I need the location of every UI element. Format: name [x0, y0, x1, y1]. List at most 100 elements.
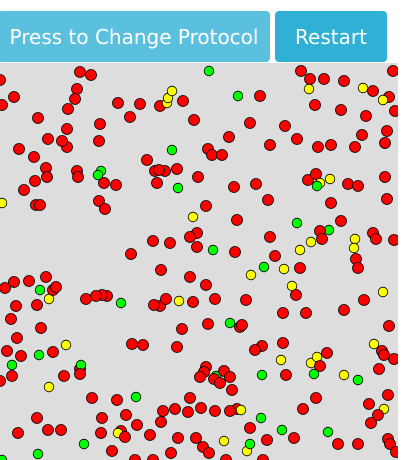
- infected-particle: [184, 271, 196, 283]
- infected-particle: [335, 104, 347, 116]
- infected-particle: [291, 133, 303, 145]
- recovered-particle: [32, 448, 44, 460]
- infected-particle: [58, 370, 70, 382]
- recovered-particle: [130, 391, 142, 403]
- infected-particle: [309, 99, 321, 111]
- infected-particle: [93, 135, 105, 147]
- infected-particle: [111, 394, 123, 406]
- recovered-particle: [6, 359, 18, 371]
- infected-particle: [55, 424, 67, 436]
- infected-particle: [195, 402, 207, 414]
- infected-particle: [277, 337, 289, 349]
- infected-particle: [288, 432, 300, 444]
- infected-particle: [379, 171, 391, 183]
- infected-particle: [209, 405, 221, 417]
- infected-particle: [15, 350, 27, 362]
- infected-particle: [318, 73, 330, 85]
- infected-particle: [383, 320, 395, 332]
- infected-particle: [261, 434, 273, 446]
- infected-particle: [257, 454, 269, 460]
- infected-particle: [34, 199, 46, 211]
- infected-particle: [8, 91, 20, 103]
- infected-particle: [388, 353, 398, 365]
- infected-particle: [74, 66, 86, 78]
- exposed-particle: [245, 269, 257, 281]
- infected-particle: [99, 203, 111, 215]
- infected-particle: [223, 131, 235, 143]
- infected-particle: [0, 282, 11, 294]
- infected-particle: [144, 429, 156, 441]
- infected-particle: [352, 180, 364, 192]
- infected-particle: [171, 163, 183, 175]
- exposed-particle: [348, 242, 360, 254]
- infected-particle: [228, 181, 240, 193]
- infected-particle: [220, 454, 232, 460]
- infected-particle: [177, 95, 189, 107]
- infected-particle: [310, 392, 322, 404]
- infected-particle: [236, 319, 248, 331]
- infected-particle: [47, 346, 59, 358]
- infected-particle: [61, 123, 73, 135]
- infected-particle: [194, 371, 206, 383]
- exposed-particle: [0, 197, 8, 209]
- infected-particle: [389, 105, 398, 117]
- recovered-particle: [166, 144, 178, 156]
- infected-particle: [381, 193, 393, 205]
- infected-particle: [352, 262, 364, 274]
- restart-button[interactable]: Restart: [275, 11, 387, 62]
- infected-particle: [277, 307, 289, 319]
- infected-particle: [176, 323, 188, 335]
- recovered-particle: [255, 412, 267, 424]
- infected-particle: [188, 114, 200, 126]
- infected-particle: [32, 112, 44, 124]
- recovered-particle: [352, 374, 364, 386]
- infected-particle: [200, 200, 212, 212]
- infected-particle: [387, 65, 398, 77]
- particle-field: [0, 65, 398, 460]
- recovered-particle: [276, 424, 288, 436]
- infected-particle: [85, 69, 97, 81]
- infected-particle: [244, 422, 256, 434]
- infected-particle: [126, 338, 138, 350]
- simulation-canvas[interactable]: [0, 63, 398, 460]
- infected-particle: [216, 149, 228, 161]
- infected-particle: [80, 293, 92, 305]
- infected-particle: [290, 289, 302, 301]
- infected-particle: [325, 139, 337, 151]
- infected-particle: [165, 447, 177, 459]
- infected-particle: [300, 307, 312, 319]
- infected-particle: [41, 171, 53, 183]
- infected-particle: [72, 171, 84, 183]
- infected-particle: [151, 177, 163, 189]
- exposed-particle: [275, 354, 287, 366]
- infected-particle: [137, 339, 149, 351]
- infected-particle: [42, 424, 54, 436]
- infected-particle: [224, 405, 236, 417]
- infected-particle: [295, 65, 307, 77]
- exposed-particle: [324, 173, 336, 185]
- infected-particle: [13, 143, 25, 155]
- infected-particle: [264, 139, 276, 151]
- infected-particle: [147, 454, 159, 460]
- infected-particle: [206, 149, 218, 161]
- infected-particle: [184, 392, 196, 404]
- infected-particle: [390, 446, 398, 458]
- infected-particle: [294, 262, 306, 274]
- toolbar: Press to Change Protocol Restart: [0, 0, 404, 64]
- infected-particle: [321, 347, 333, 359]
- infected-particle: [147, 235, 159, 247]
- infected-particle: [335, 215, 347, 227]
- change-protocol-button[interactable]: Press to Change Protocol: [0, 11, 270, 62]
- infected-particle: [153, 164, 165, 176]
- infected-particle: [74, 368, 86, 380]
- infected-particle: [0, 375, 6, 387]
- infected-particle: [388, 234, 398, 246]
- infected-particle: [96, 412, 108, 424]
- recovered-particle: [207, 244, 219, 256]
- recovered-particle: [115, 297, 127, 309]
- infected-particle: [338, 75, 350, 87]
- infected-particle: [129, 454, 141, 460]
- infected-particle: [31, 299, 43, 311]
- infected-particle: [231, 214, 243, 226]
- infected-particle: [71, 83, 83, 95]
